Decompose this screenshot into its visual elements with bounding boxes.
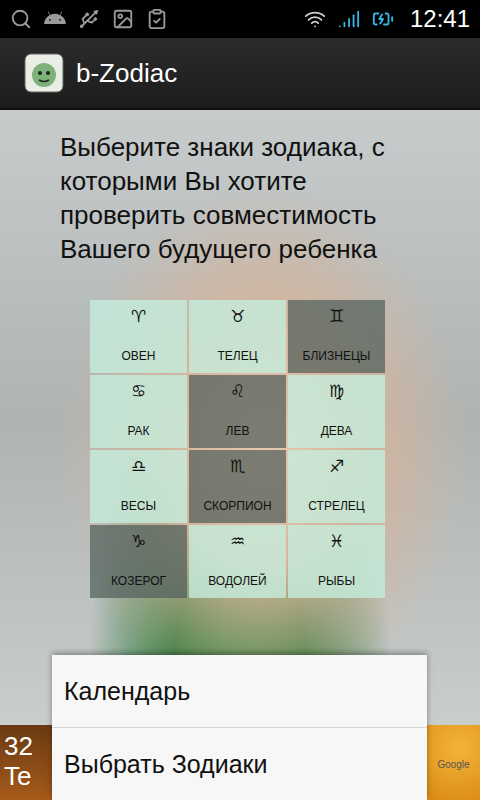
zodiac-cell[interactable]: ♊ БЛИЗНЕЦЫ (288, 300, 385, 373)
zodiac-label: СКОРПИОН (203, 499, 271, 513)
zodiac-label: РЫБЫ (318, 574, 355, 588)
zodiac-icon: ♎ (131, 458, 146, 475)
zodiac-icon: ♋ (131, 383, 146, 400)
zodiac-label: ЛЕВ (226, 424, 250, 438)
zodiac-label: ДЕВА (321, 424, 353, 438)
zodiac-cell[interactable]: ♍ ДЕВА (288, 375, 385, 448)
zodiac-icon: ♌ (230, 383, 245, 400)
prompt-text: Выберите знаки зодиака, с которыми Вы хо… (60, 130, 430, 266)
ad-right: Google (427, 725, 480, 800)
menu-item[interactable]: Выбрать Зодиаки (52, 727, 427, 800)
zodiac-icon: ♑ (131, 533, 146, 550)
search-icon (10, 8, 32, 30)
app-logo-icon (24, 53, 64, 93)
zodiac-label: ОВЕН (121, 349, 155, 363)
clipboard-icon (146, 8, 168, 30)
zodiac-icon: ♒ (230, 533, 245, 550)
zodiac-icon: ♊ (329, 308, 344, 325)
android-icon (44, 8, 66, 30)
zodiac-cell[interactable]: ♋ РАК (90, 375, 187, 448)
zodiac-label: ВЕСЫ (121, 499, 156, 513)
zodiac-icon: ♓ (329, 533, 344, 550)
zodiac-icon: ♉ (230, 308, 245, 325)
zodiac-icon: ♏ (230, 458, 245, 475)
ad-left: 32Te (0, 725, 52, 800)
ad-brand: Google (437, 759, 469, 770)
status-bar: 12:41 (0, 0, 480, 38)
system-icons: 12:41 (304, 5, 470, 33)
ad-text: Te (4, 761, 52, 791)
zodiac-cell[interactable]: ♒ ВОДОЛЕЙ (189, 525, 286, 598)
image-icon (112, 8, 134, 30)
zodiac-cell[interactable]: ♏ СКОРПИОН (189, 450, 286, 523)
zodiac-icon: ♈ (131, 308, 146, 325)
action-bar: b-Zodiac (0, 38, 480, 110)
zodiac-cell[interactable]: ♑ КОЗЕРОГ (90, 525, 187, 598)
usb-icon (78, 8, 100, 30)
battery-icon (372, 8, 394, 30)
zodiac-icon: ♍ (329, 383, 344, 400)
screen: 12:41 b-Zodiac Выберите знаки зодиака, с к… (0, 0, 480, 800)
zodiac-cell[interactable]: ♌ ЛЕВ (189, 375, 286, 448)
zodiac-label: БЛИЗНЕЦЫ (303, 349, 371, 363)
notification-icons (10, 8, 168, 30)
zodiac-label: СТРЕЛЕЦ (308, 499, 364, 513)
zodiac-cell[interactable]: ♉ ТЕЛЕЦ (189, 300, 286, 373)
app-title: b-Zodiac (76, 58, 177, 89)
zodiac-icon: ♐ (329, 458, 344, 475)
zodiac-cell[interactable]: ♈ ОВЕН (90, 300, 187, 373)
options-menu: КалендарьВыбрать Зодиаки (52, 655, 427, 800)
zodiac-grid: ♈ ОВЕН ♉ ТЕЛЕЦ ♊ БЛИЗНЕЦЫ ♋ РАК ♌ ЛЕВ ♍ ДЕВА ♎ ВЕСЫ ♏ С… (90, 300, 430, 598)
zodiac-label: РАК (127, 424, 149, 438)
zodiac-cell[interactable]: ♎ ВЕСЫ (90, 450, 187, 523)
zodiac-cell[interactable]: ♐ СТРЕЛЕЦ (288, 450, 385, 523)
photo-background: Выберите знаки зодиака, с которыми Вы хо… (0, 110, 480, 725)
menu-item[interactable]: Календарь (52, 655, 427, 727)
zodiac-label: КОЗЕРОГ (111, 574, 166, 588)
zodiac-label: ТЕЛЕЦ (217, 349, 257, 363)
zodiac-label: ВОДОЛЕЙ (208, 574, 267, 588)
wifi-icon (304, 8, 326, 30)
signal-icon (338, 8, 360, 30)
clock: 12:41 (410, 5, 470, 33)
zodiac-cell[interactable]: ♓ РЫБЫ (288, 525, 385, 598)
ad-text: 32 (4, 731, 52, 761)
